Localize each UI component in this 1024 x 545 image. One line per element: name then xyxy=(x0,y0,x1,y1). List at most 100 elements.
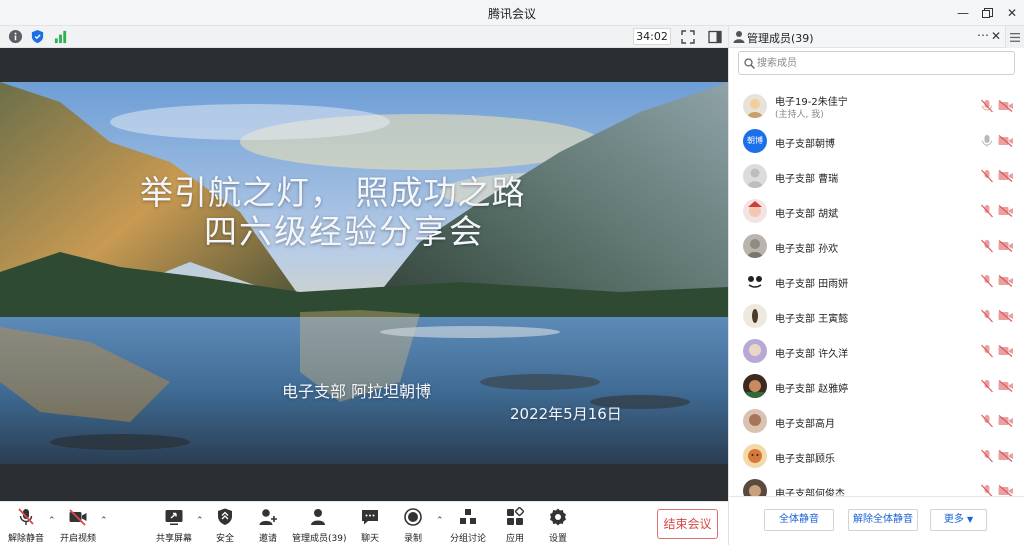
settings-button[interactable]: 设置 xyxy=(545,507,571,544)
end-meeting-button[interactable]: 结束会议 xyxy=(657,509,718,539)
chat-icon xyxy=(362,510,378,525)
camera-off-icon[interactable] xyxy=(998,310,1014,322)
record-label: 录制 xyxy=(403,534,422,544)
member-name: 电子支部 许久洋 xyxy=(775,349,849,360)
more-label: 更多 xyxy=(943,514,964,525)
gear-icon xyxy=(550,508,566,526)
member-row[interactable]: 电子支部 孙欢 xyxy=(729,230,1024,264)
chat-button[interactable]: 聊天 xyxy=(357,507,383,544)
mic-muted-icon[interactable] xyxy=(980,99,994,113)
member-row[interactable]: 电子支部 胡斌 xyxy=(729,195,1024,229)
shared-screen-area: 举引航之灯， 照成功之路 四六级经验分享会 电子支部 阿拉坦朝博 2022年5月… xyxy=(0,48,728,501)
members-panel-header: 管理成员(39) ⋯ ✕ xyxy=(729,26,1024,48)
mic-muted-icon[interactable] xyxy=(980,449,994,463)
mic-muted-icon[interactable] xyxy=(980,204,994,218)
member-row[interactable]: 电子19-2朱佳宁 (主持人, 我) xyxy=(729,90,1024,124)
member-row[interactable]: 电子支部 田雨妍 xyxy=(729,265,1024,299)
mic-muted-icon[interactable] xyxy=(980,379,994,393)
mic-muted-icon[interactable] xyxy=(980,344,994,358)
camera-off-icon[interactable] xyxy=(998,275,1014,287)
slide-title-line2: 四六级经验分享会 xyxy=(204,212,484,251)
camera-off-icon[interactable] xyxy=(998,100,1014,112)
mic-muted-icon xyxy=(18,508,34,525)
unmute-button[interactable]: 解除静音 xyxy=(6,507,46,544)
fullscreen-icon[interactable] xyxy=(680,29,696,45)
start-video-label: 开启视频 xyxy=(59,534,96,544)
member-avatar xyxy=(743,304,767,328)
share-screen-button[interactable]: 共享屏幕 xyxy=(155,507,193,544)
breakout-label: 分组讨论 xyxy=(449,534,486,544)
member-row[interactable]: 电子支部高月 xyxy=(729,405,1024,439)
more-button[interactable]: 更多 ▼ xyxy=(930,509,987,531)
mic-muted-icon[interactable] xyxy=(980,309,994,323)
member-name: 电子支部 孙欢 xyxy=(775,244,839,255)
member-role: (主持人, 我) xyxy=(775,110,824,120)
member-avatar: 朝博 xyxy=(743,129,767,153)
member-search-box[interactable] xyxy=(738,51,1015,75)
member-name: 电子支部 王寅懿 xyxy=(775,314,849,325)
member-avatar xyxy=(743,164,767,188)
mute-all-button[interactable]: 全体静音 xyxy=(764,509,834,531)
member-avatar xyxy=(743,94,767,118)
meeting-timer: 34:02 xyxy=(633,28,671,45)
invite-button[interactable]: 邀请 xyxy=(255,507,281,544)
member-row[interactable]: 电子支部 王寅懿 xyxy=(729,300,1024,334)
minimize-icon[interactable]: — xyxy=(952,3,974,23)
close-icon[interactable]: ✕ xyxy=(1001,3,1023,23)
camera-off-icon[interactable] xyxy=(998,240,1014,252)
title-bar: 腾讯会议 — ✕ xyxy=(0,0,1024,26)
close-panel-icon[interactable]: ✕ xyxy=(991,29,1001,43)
slide-date: 2022年5月16日 xyxy=(510,405,622,423)
member-row[interactable]: 电子支部何俊杰 xyxy=(729,475,1024,496)
search-icon xyxy=(744,58,755,69)
apps-button[interactable]: 应用 xyxy=(502,507,528,544)
mic-muted-icon[interactable] xyxy=(980,169,994,183)
chevron-up-icon[interactable]: ⌃ xyxy=(196,516,204,526)
mic-muted-icon[interactable] xyxy=(980,414,994,428)
chevron-up-icon[interactable]: ⌃ xyxy=(100,516,108,526)
mic-muted-icon[interactable] xyxy=(980,484,994,496)
meeting-window: 腾讯会议 — ✕ 34:02 举引航之灯， 照成功之路 四六级经验分享会 电子支… xyxy=(0,0,1024,545)
member-row[interactable]: 朝博 电子支部朝博 xyxy=(729,125,1024,159)
invite-label: 邀请 xyxy=(258,534,277,544)
camera-off-icon[interactable] xyxy=(998,170,1014,182)
camera-off-icon[interactable] xyxy=(998,415,1014,427)
members-icon xyxy=(311,509,325,525)
member-avatar xyxy=(743,339,767,363)
member-row[interactable]: 电子支部顾乐 xyxy=(729,440,1024,474)
security-button[interactable]: 安全 xyxy=(212,507,238,544)
shared-slide: 举引航之灯， 照成功之路 四六级经验分享会 电子支部 阿拉坦朝博 2022年5月… xyxy=(0,82,728,464)
member-row[interactable]: 电子支部 赵雅婷 xyxy=(729,370,1024,404)
member-row[interactable]: 电子支部 曹瑞 xyxy=(729,160,1024,194)
shield-icon[interactable] xyxy=(30,29,45,44)
chevron-up-icon[interactable]: ⌃ xyxy=(48,516,56,526)
camera-off-icon[interactable] xyxy=(998,135,1014,147)
member-search-input[interactable] xyxy=(757,54,1007,72)
camera-off-icon[interactable] xyxy=(998,380,1014,392)
camera-off-icon[interactable] xyxy=(998,345,1014,357)
camera-off-icon[interactable] xyxy=(998,485,1014,496)
info-icon[interactable] xyxy=(8,29,23,44)
signal-icon[interactable] xyxy=(53,29,68,44)
more-options-icon[interactable]: ⋯ xyxy=(977,28,989,42)
breakout-button[interactable]: 分组讨论 xyxy=(448,507,488,544)
camera-off-icon[interactable] xyxy=(998,450,1014,462)
camera-off-icon[interactable] xyxy=(998,205,1014,217)
record-button[interactable]: 录制 xyxy=(400,507,426,544)
mic-muted-icon[interactable] xyxy=(980,239,994,253)
mic-icon[interactable] xyxy=(980,134,994,148)
mic-muted-icon[interactable] xyxy=(980,274,994,288)
chevron-up-icon[interactable]: ⌃ xyxy=(436,516,444,526)
share-screen-icon xyxy=(165,510,183,525)
layout-icon[interactable] xyxy=(707,29,723,45)
member-row[interactable]: 电子支部 许久洋 xyxy=(729,335,1024,369)
chat-label: 聊天 xyxy=(360,534,379,544)
member-avatar xyxy=(743,234,767,258)
apps-label: 应用 xyxy=(505,534,524,544)
unmute-all-button[interactable]: 解除全体静音 xyxy=(848,509,918,531)
start-video-button[interactable]: 开启视频 xyxy=(58,507,98,544)
panel-menu-button[interactable] xyxy=(1005,26,1024,48)
manage-members-button[interactable]: 管理成员(39) xyxy=(292,507,346,544)
restore-icon[interactable] xyxy=(976,3,998,23)
member-avatar xyxy=(743,444,767,468)
